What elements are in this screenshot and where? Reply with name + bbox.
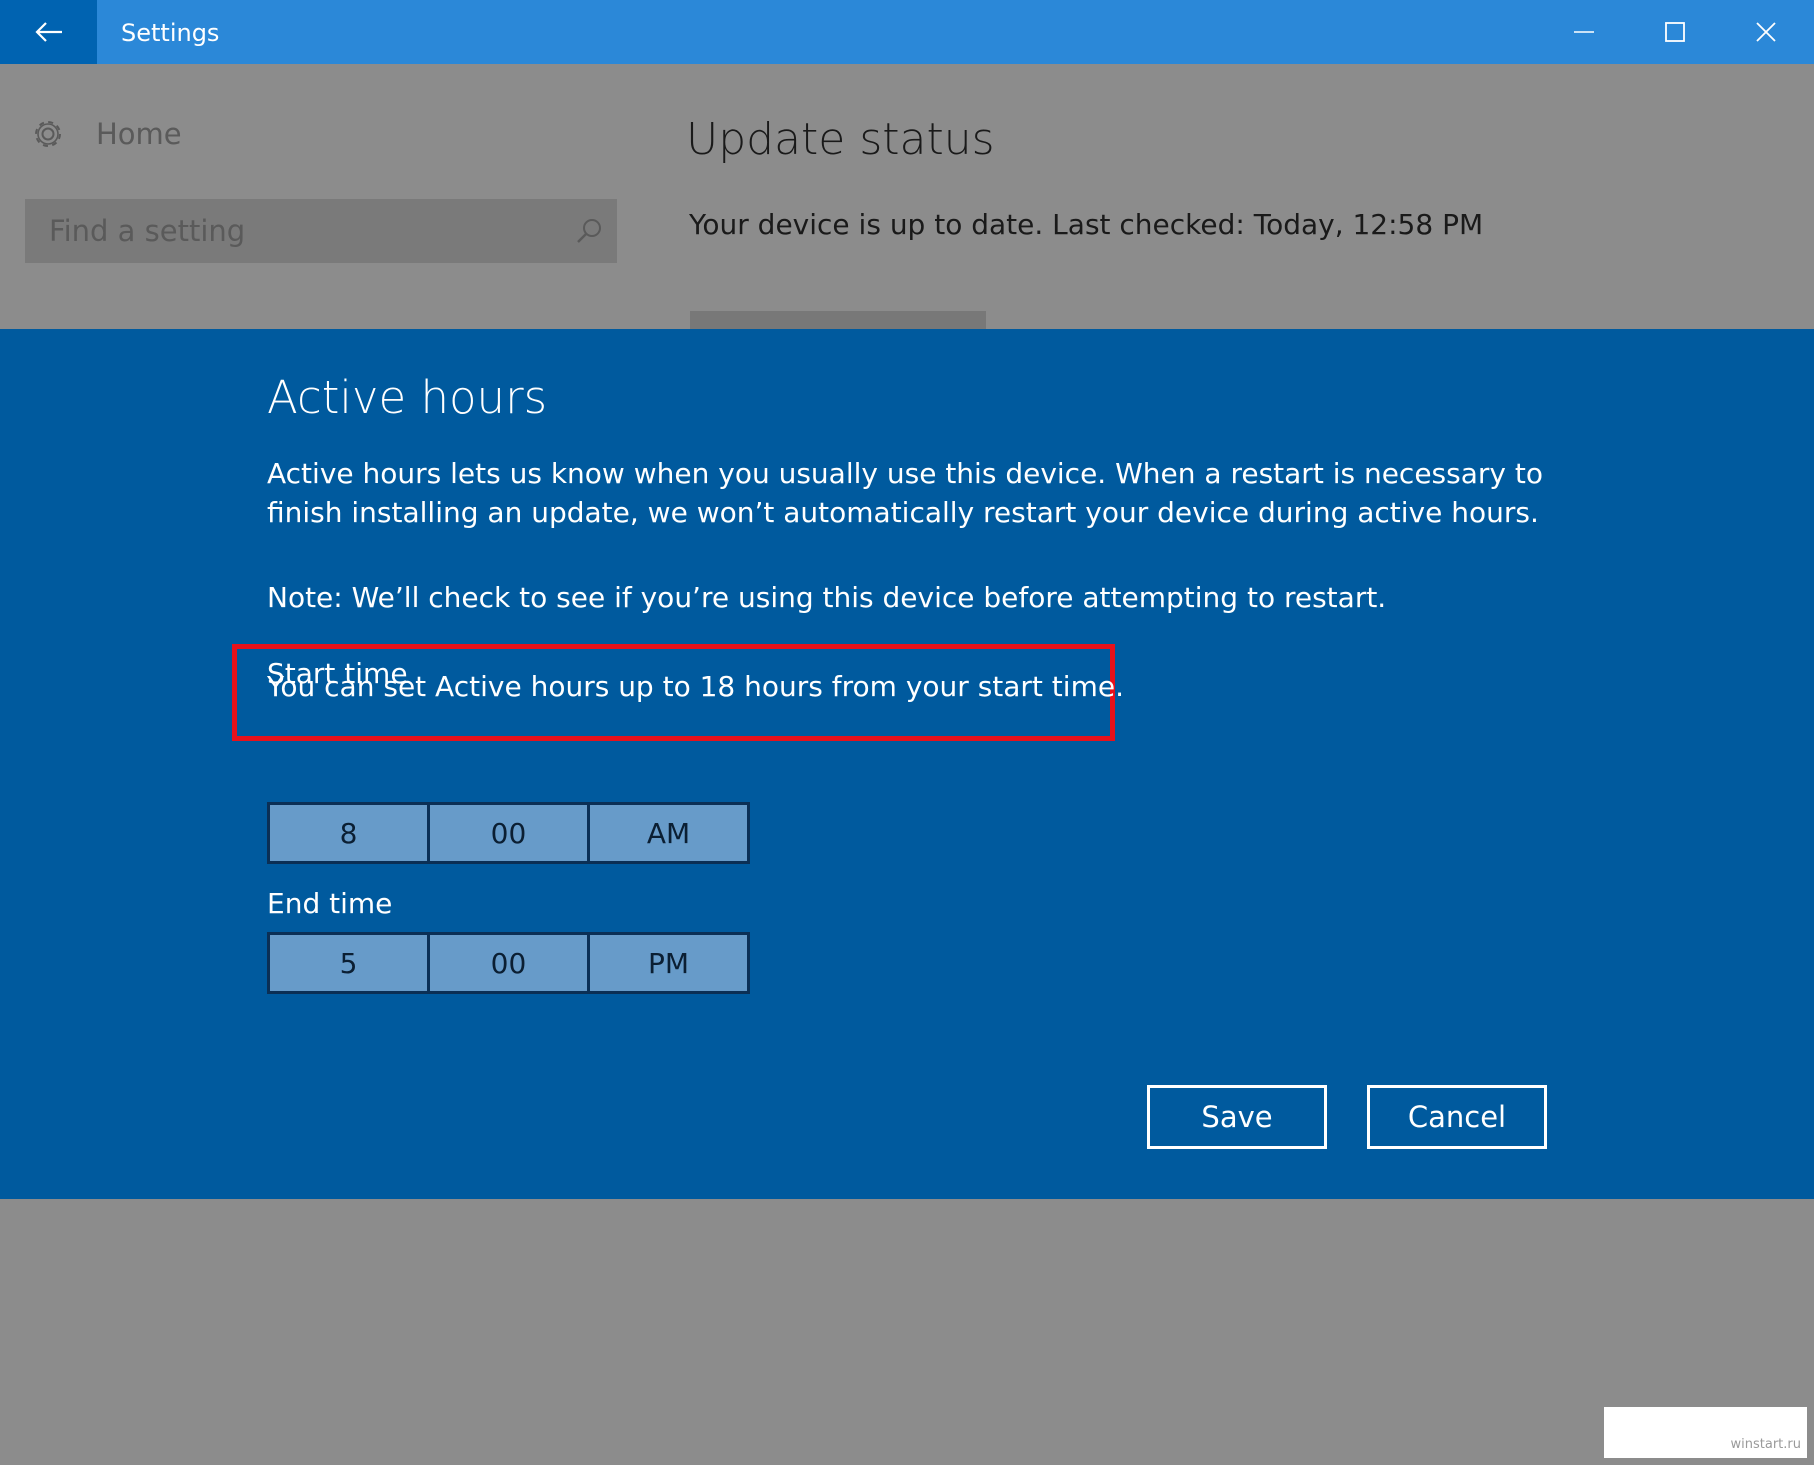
start-minute[interactable]: 00: [430, 805, 587, 861]
dialog-title: Active hours: [267, 371, 548, 424]
start-period[interactable]: AM: [590, 805, 747, 861]
start-hour[interactable]: 8: [270, 805, 427, 861]
maximize-icon: [1665, 22, 1685, 42]
window-title: Settings: [121, 19, 220, 47]
search-input[interactable]: Find a setting: [25, 199, 617, 263]
dialog-description: Active hours lets us know when you usual…: [267, 457, 1543, 529]
maximize-button[interactable]: [1629, 0, 1721, 64]
start-time-label: Start time: [267, 657, 408, 690]
end-minute[interactable]: 00: [430, 935, 587, 991]
end-hour[interactable]: 5: [270, 935, 427, 991]
settings-background: Home Find a setting Update status Your d…: [0, 64, 1814, 329]
end-time-label: End time: [267, 887, 393, 920]
end-time-picker[interactable]: 5 00 PM: [267, 932, 750, 994]
search-placeholder: Find a setting: [49, 214, 246, 248]
watermark: winstart.ru: [1604, 1407, 1807, 1458]
cancel-button[interactable]: Cancel: [1367, 1085, 1547, 1149]
dialog-note: Note: We’ll check to see if you’re using…: [267, 581, 1387, 614]
update-status-text: Your device is up to date. Last checked:…: [689, 208, 1484, 241]
home-label: Home: [96, 117, 182, 151]
close-icon: [1756, 22, 1776, 42]
save-button[interactable]: Save: [1147, 1085, 1327, 1149]
back-button[interactable]: [0, 0, 97, 64]
search-icon: [577, 219, 601, 243]
minimize-icon: [1574, 31, 1594, 33]
minimize-button[interactable]: [1538, 0, 1630, 64]
title-bar: Settings: [0, 0, 1814, 64]
sidebar-item-home[interactable]: Home: [30, 114, 182, 154]
check-for-updates-button: [690, 311, 986, 329]
watermark-text: winstart.ru: [1730, 1437, 1801, 1452]
start-time-picker[interactable]: 8 00 AM: [267, 802, 750, 864]
close-button[interactable]: [1720, 0, 1812, 64]
gear-icon: [35, 121, 61, 147]
end-period[interactable]: PM: [590, 935, 747, 991]
page-title: Update status: [686, 114, 995, 165]
back-arrow-icon: [34, 22, 62, 42]
active-hours-dialog: Active hours Active hours lets us know w…: [0, 329, 1814, 1199]
settings-window: Settings Home Find a setting Update stat…: [0, 0, 1814, 1465]
